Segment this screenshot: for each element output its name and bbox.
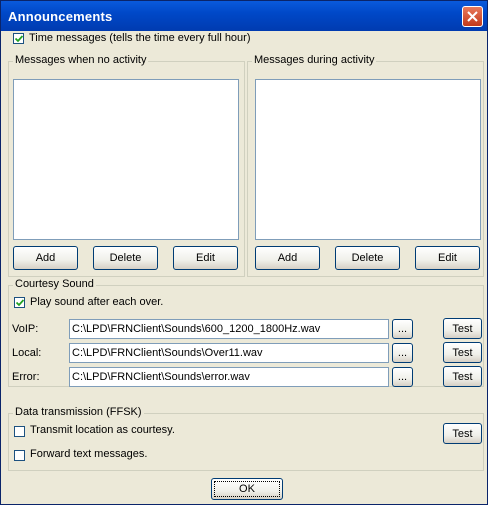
during-activity-list[interactable] (255, 79, 481, 240)
during-activity-add-button[interactable]: Add (255, 246, 320, 270)
voip-browse-button[interactable]: ... (392, 319, 413, 339)
play-sound-label: Play sound after each over. (30, 296, 164, 308)
data-transmission-title: Data transmission (FFSK) (13, 406, 144, 418)
no-activity-delete-button[interactable]: Delete (93, 246, 158, 270)
local-label: Local: (12, 347, 42, 359)
no-activity-list[interactable] (13, 79, 239, 240)
checkmark-icon (16, 299, 24, 307)
voip-label: VoIP: (12, 323, 39, 335)
dialog-client: Time messages (tells the time every full… (4, 31, 484, 501)
no-activity-group: Messages when no activity Add Delete Edi… (8, 54, 245, 277)
during-activity-title: Messages during activity (252, 54, 377, 66)
voip-sound-field[interactable]: C:\LPD\FRNClient\Sounds\600_1200_1800Hz.… (69, 319, 389, 339)
during-activity-edit-button[interactable]: Edit (415, 246, 480, 270)
forward-text-label: Forward text messages. (30, 448, 148, 460)
no-activity-edit-button[interactable]: Edit (173, 246, 238, 270)
error-browse-button[interactable]: ... (392, 367, 413, 387)
time-messages-checkbox[interactable] (13, 33, 24, 44)
checkmark-icon (15, 35, 23, 43)
error-label: Error: (12, 371, 40, 383)
title-bar[interactable]: Announcements (1, 1, 487, 31)
local-sound-field[interactable]: C:\LPD\FRNClient\Sounds\Over11.wav (69, 343, 389, 363)
error-test-button[interactable]: Test (443, 366, 482, 387)
during-activity-delete-button[interactable]: Delete (335, 246, 400, 270)
forward-text-checkbox[interactable] (14, 450, 25, 461)
data-transmission-group: Data transmission (FFSK) Transmit locati… (8, 406, 484, 471)
courtesy-sound-group: Courtesy Sound Play sound after each ove… (8, 278, 484, 387)
local-test-button[interactable]: Test (443, 342, 482, 363)
play-sound-checkbox[interactable] (14, 297, 25, 308)
error-sound-field[interactable]: C:\LPD\FRNClient\Sounds\error.wav (69, 367, 389, 387)
close-button[interactable] (462, 6, 483, 27)
voip-test-button[interactable]: Test (443, 318, 482, 339)
courtesy-sound-title: Courtesy Sound (13, 278, 96, 290)
transmit-location-checkbox[interactable] (14, 426, 25, 437)
ffsk-test-button[interactable]: Test (443, 423, 482, 444)
close-icon (467, 11, 478, 22)
no-activity-add-button[interactable]: Add (13, 246, 78, 270)
ok-button[interactable]: OK (211, 478, 283, 500)
during-activity-group: Messages during activity Add Delete Edit (247, 54, 484, 277)
window-title: Announcements (8, 9, 113, 24)
no-activity-title: Messages when no activity (13, 54, 149, 66)
local-browse-button[interactable]: ... (392, 343, 413, 363)
transmit-location-label: Transmit location as courtesy. (30, 424, 175, 436)
announcements-dialog: Announcements Time messages (tells the t… (0, 0, 488, 505)
time-messages-label: Time messages (tells the time every full… (29, 32, 251, 44)
